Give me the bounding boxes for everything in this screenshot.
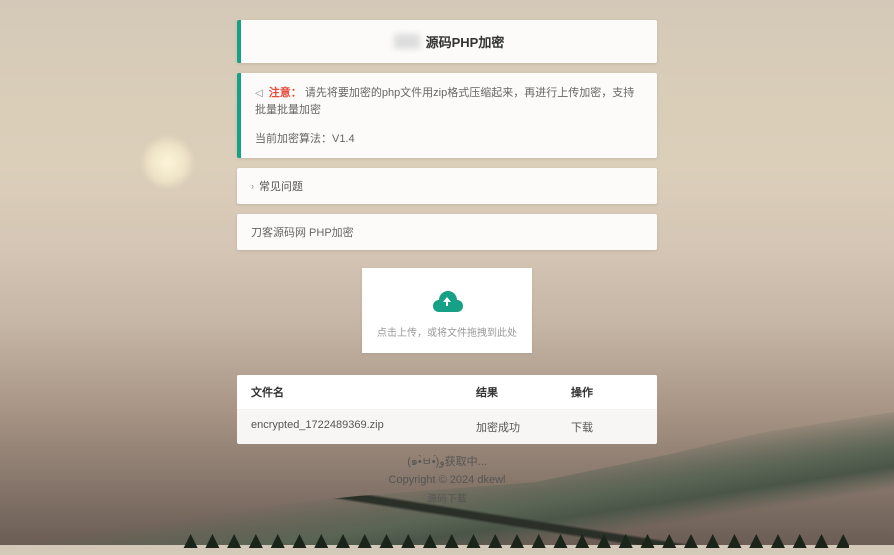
notice-label: 注意： [269,87,302,99]
upload-hint: 点击上传，或将文件拖拽到此处 [374,324,520,339]
page-title: 源码PHP加密 [394,32,505,51]
blurred-logo [394,34,420,49]
source-download-link[interactable]: 源码下载 [237,490,657,505]
cell-filename: encrypted_1722489369.zip [251,419,476,435]
faq-label: 常见问题 [259,178,303,194]
header-filename: 文件名 [251,384,476,400]
cloud-upload-icon [429,290,465,314]
cell-result: 加密成功 [476,419,571,435]
table-header-row: 文件名 结果 操作 [237,375,657,410]
faq-toggle[interactable]: › 常见问题 [237,168,657,204]
notice-message: ◁ 注意： 请先将要加密的php文件用zip格式压缩起来，再进行上传加密，支持批… [255,85,643,118]
header-panel: 源码PHP加密 [237,20,657,63]
upload-dropzone[interactable]: 点击上传，或将文件拖拽到此处 [362,268,532,353]
table-row: encrypted_1722489369.zip 加密成功 下载 [237,410,657,444]
speaker-icon: ◁ [255,86,263,101]
title-text: 源码PHP加密 [426,32,505,51]
version-label: 当前加密算法： [255,133,332,145]
footer: (๑•̀ㅂ•́)و获取中... Copyright © 2024 dkewl 源… [237,452,657,505]
chevron-right-icon: › [251,181,254,191]
notice-panel: ◁ 注意： 请先将要加密的php文件用zip格式压缩起来，再进行上传加密，支持批… [237,73,657,158]
version-info: 当前加密算法：V1.4 [255,130,643,146]
copyright-text: Copyright © 2024 dkewl [237,474,657,486]
notice-text: 请先将要加密的php文件用zip格式压缩起来，再进行上传加密，支持批量批量加密 [255,87,634,116]
header-result: 结果 [476,384,571,400]
breadcrumb: 刀客源码网 PHP加密 [237,214,657,250]
results-table: 文件名 结果 操作 encrypted_1722489369.zip 加密成功 … [237,375,657,444]
breadcrumb-text: 刀客源码网 PHP加密 [251,227,354,239]
download-link[interactable]: 下载 [571,422,593,434]
status-text: (๑•̀ㅂ•́)و获取中... [237,452,657,470]
header-action: 操作 [571,384,643,400]
version-value: V1.4 [332,133,355,145]
